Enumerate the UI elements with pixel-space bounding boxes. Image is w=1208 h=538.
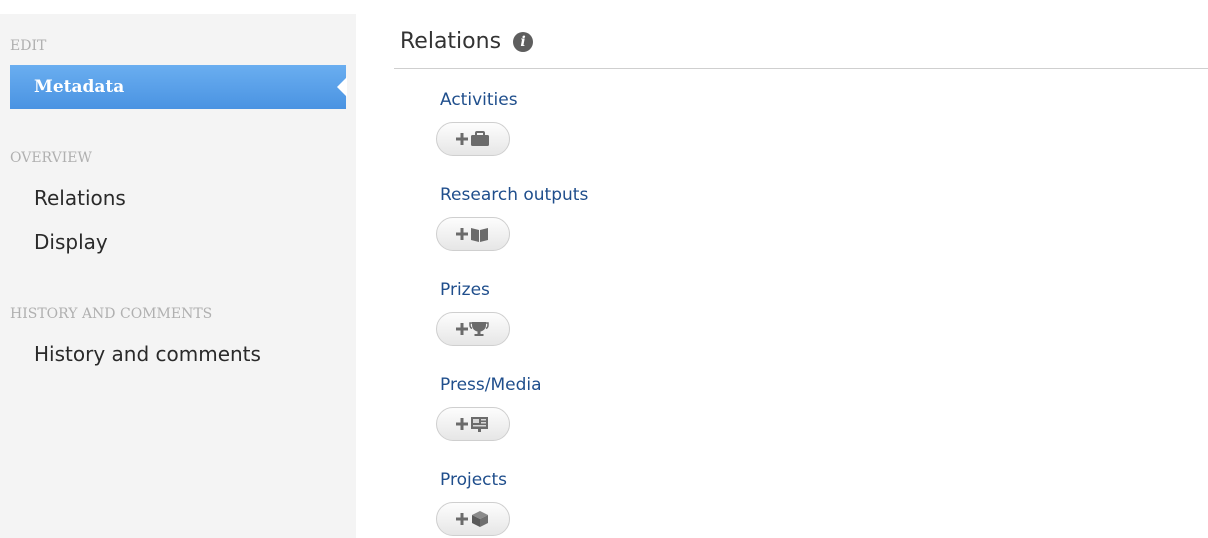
page-title-text: Relations bbox=[400, 29, 502, 54]
relation-label-research-outputs[interactable]: Research outputs bbox=[440, 185, 588, 205]
sidebar-item-metadata[interactable]: Metadata bbox=[10, 65, 347, 109]
add-newspaper-icon bbox=[456, 417, 488, 432]
sidebar-item-relations[interactable]: Relations bbox=[34, 186, 126, 210]
add-cube-icon bbox=[456, 511, 488, 527]
sidebar-item-display[interactable]: Display bbox=[34, 230, 108, 254]
add-press-media-button[interactable] bbox=[436, 407, 510, 441]
add-project-button[interactable] bbox=[436, 502, 510, 536]
title-divider bbox=[394, 68, 1208, 69]
sidebar: EDIT Metadata OVERVIEW Relations Display… bbox=[0, 14, 356, 538]
add-prize-button[interactable] bbox=[436, 312, 510, 346]
add-trophy-icon bbox=[456, 322, 489, 336]
add-book-icon bbox=[456, 228, 488, 242]
section-heading-overview: OVERVIEW bbox=[10, 150, 92, 166]
page-title: Relations i bbox=[400, 29, 534, 54]
add-activity-button[interactable] bbox=[436, 122, 510, 156]
add-research-output-button[interactable] bbox=[436, 217, 510, 251]
relation-label-activities[interactable]: Activities bbox=[440, 90, 518, 110]
add-briefcase-icon bbox=[456, 131, 489, 146]
relation-label-prizes[interactable]: Prizes bbox=[440, 280, 490, 300]
section-heading-history: HISTORY AND COMMENTS bbox=[10, 306, 213, 322]
relation-label-projects[interactable]: Projects bbox=[440, 470, 507, 490]
info-icon[interactable]: i bbox=[513, 31, 534, 52]
relation-label-press-media[interactable]: Press/Media bbox=[440, 375, 542, 395]
section-heading-edit: EDIT bbox=[10, 38, 47, 54]
sidebar-item-history-and-comments[interactable]: History and comments bbox=[34, 342, 261, 366]
